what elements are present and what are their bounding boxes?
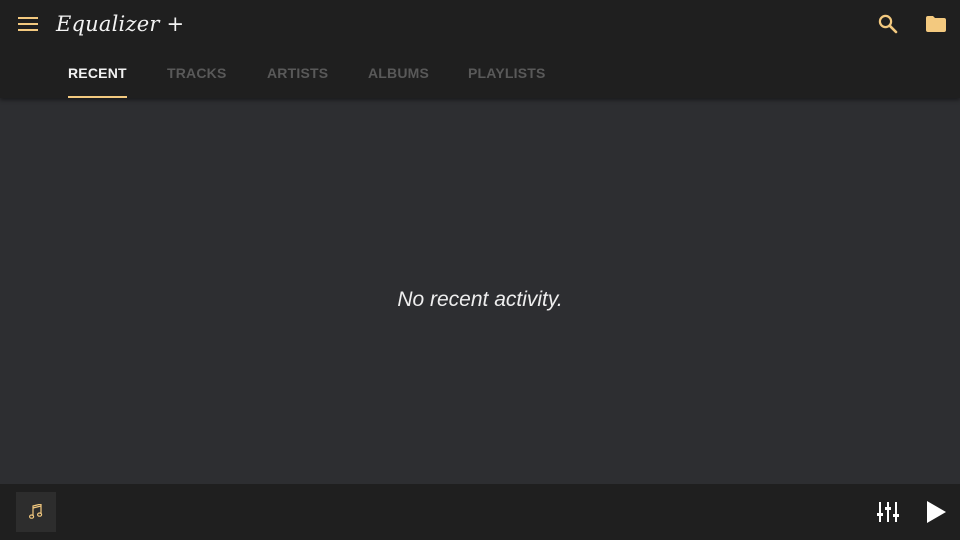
tab-recent[interactable]: RECENT [68, 50, 127, 98]
tab-label: ARTISTS [267, 65, 329, 81]
menu-icon [18, 17, 38, 31]
app-root: Equalizer + RECENT TRACKS ARTISTS ALBUMS… [0, 0, 960, 540]
menu-button[interactable] [12, 8, 44, 40]
app-title: Equalizer + [56, 12, 185, 36]
tab-artists[interactable]: ARTISTS [267, 50, 328, 98]
folder-icon [926, 16, 946, 32]
top-app-bar: Equalizer + RECENT TRACKS ARTISTS ALBUMS… [0, 0, 960, 98]
tab-label: TRACKS [167, 65, 227, 81]
active-tab-indicator [68, 96, 127, 98]
album-art-thumbnail[interactable] [16, 492, 56, 532]
tab-albums[interactable]: ALBUMS [368, 50, 429, 98]
play-icon [927, 501, 946, 523]
tab-playlists[interactable]: PLAYLISTS [468, 50, 546, 98]
player-bar [0, 484, 960, 540]
play-button[interactable] [920, 496, 952, 528]
search-icon [878, 14, 898, 34]
empty-state-message: No recent activity. [397, 288, 563, 311]
tab-label: RECENT [68, 65, 127, 81]
tab-label: ALBUMS [368, 65, 430, 81]
search-button[interactable] [872, 8, 904, 40]
tab-label: PLAYLISTS [468, 65, 546, 81]
tab-bar: RECENT TRACKS ARTISTS ALBUMS PLAYLISTS [0, 50, 960, 98]
music-note-icon [29, 504, 43, 519]
tab-tracks[interactable]: TRACKS [167, 50, 227, 98]
equalizer-sliders-icon [877, 502, 899, 522]
folder-button[interactable] [920, 8, 952, 40]
equalizer-button[interactable] [872, 496, 904, 528]
content-area: No recent activity. [0, 98, 960, 484]
